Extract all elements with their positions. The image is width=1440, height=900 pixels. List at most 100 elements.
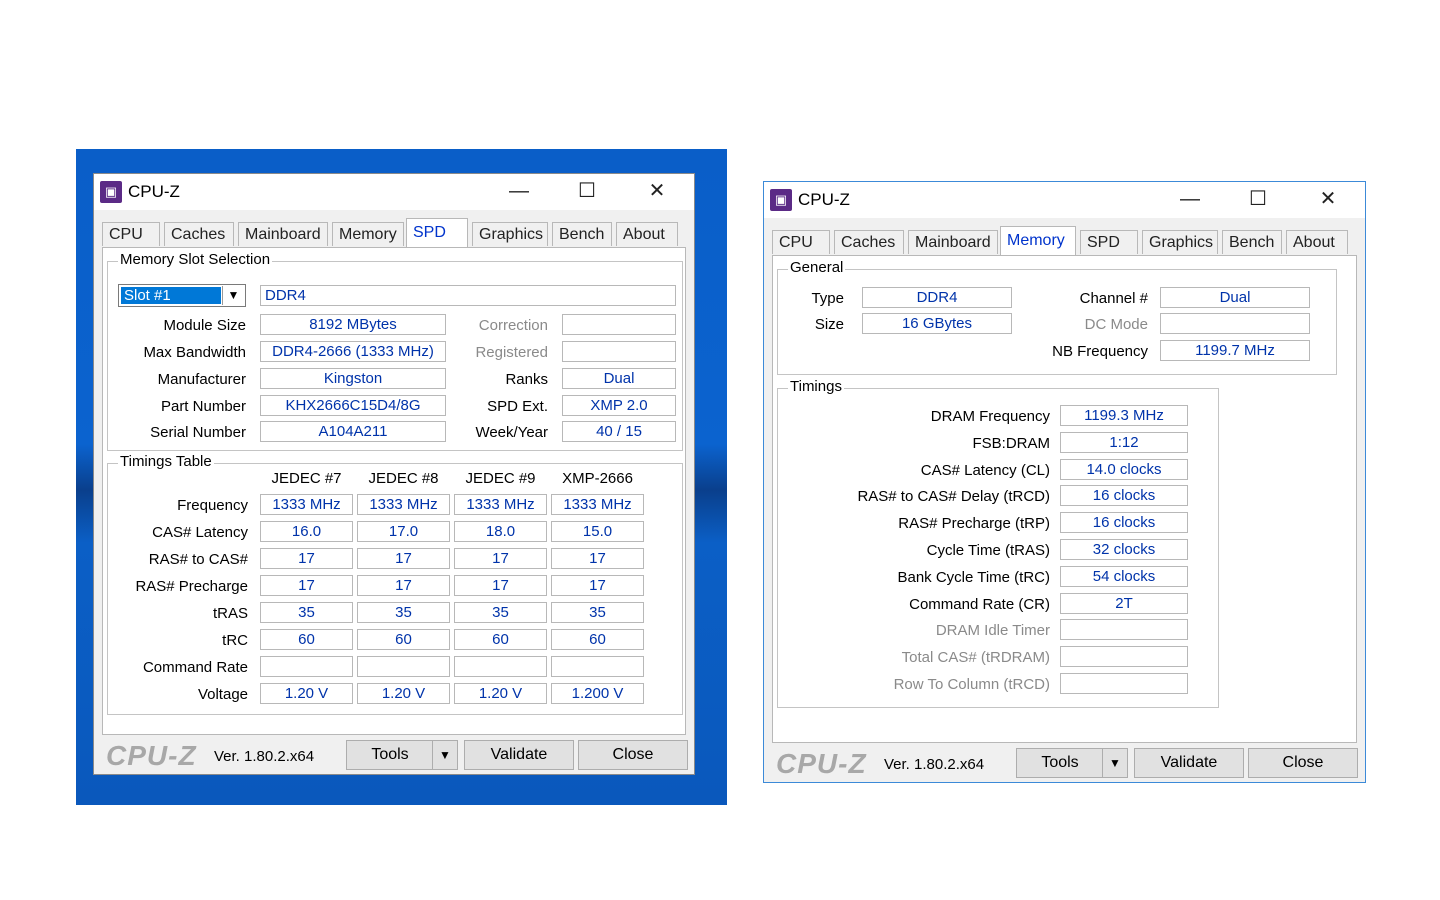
dc-mode-value: [1160, 313, 1310, 334]
module-size-label: Module Size: [163, 317, 246, 334]
size-value: 16 GBytes: [862, 313, 1012, 334]
timings-cell: 17: [551, 548, 644, 569]
timings-row-label: tRC: [222, 632, 248, 649]
timing-value: 1199.3 MHz: [1060, 405, 1188, 426]
timings-cell: 1333 MHz: [260, 494, 353, 515]
group-label: Timings: [788, 378, 844, 395]
timings-column-header: XMP-2666: [562, 470, 633, 487]
timings-cell: 17: [551, 575, 644, 596]
version-label: Ver. 1.80.2.x64: [884, 756, 985, 773]
timing-label: RAS# Precharge (tRP): [898, 515, 1050, 533]
timings-cell: 17.0: [357, 521, 450, 542]
tab-spd[interactable]: SPD: [1080, 230, 1138, 254]
timing-value: [1060, 619, 1188, 641]
module-size-value: 8192 MBytes: [260, 314, 446, 335]
timings-row-label: Command Rate: [142, 659, 248, 676]
general-group: General Type DDR4 Size 16 GBytes Channel…: [777, 259, 1337, 375]
validate-button[interactable]: Validate: [464, 740, 574, 770]
registered-label: Registered: [475, 344, 548, 361]
tab-bench[interactable]: Bench: [1222, 230, 1282, 254]
tab-mainboard[interactable]: Mainboard: [238, 222, 328, 246]
cpuz-window-spd: ▣ CPU-Z — ☐ ✕ CPU Caches Mainboard Memor…: [93, 173, 695, 775]
title-bar[interactable]: ▣ CPU-Z — ☐ ✕: [764, 182, 1365, 218]
timings-cell: 1333 MHz: [551, 494, 644, 515]
manufacturer-value: Kingston: [260, 368, 446, 389]
timings-cell: [357, 656, 450, 677]
tab-graphics[interactable]: Graphics: [472, 222, 548, 246]
tab-graphics[interactable]: Graphics: [1142, 230, 1218, 254]
ranks-label: Ranks: [505, 371, 548, 388]
timing-value: [1060, 673, 1188, 694]
validate-button[interactable]: Validate: [1134, 748, 1244, 778]
timings-group: Timings DRAM Frequency 1199.3 MHz FSB:DRAM…: [777, 378, 1219, 708]
memory-type-field: DDR4: [260, 285, 676, 306]
tab-memory[interactable]: Memory: [1000, 226, 1076, 256]
week-year-value: 40 / 15: [562, 421, 676, 442]
timings-cell: 60: [454, 629, 547, 650]
timings-row-label: CAS# Latency: [152, 524, 248, 541]
timings-cell: 1.20 V: [454, 683, 547, 704]
timings-cell: 1.20 V: [260, 683, 353, 704]
cpuz-logo: CPU-Z: [106, 740, 197, 771]
tab-about[interactable]: About: [616, 222, 678, 246]
tab-cpu[interactable]: CPU: [102, 222, 160, 246]
timing-label: FSB:DRAM: [972, 434, 1050, 452]
window-title: CPU-Z: [128, 182, 180, 201]
timings-cell: 17: [357, 575, 450, 596]
title-bar[interactable]: ▣ CPU-Z — ☐ ✕: [94, 174, 694, 210]
slot-select[interactable]: Slot #1 ▼: [118, 284, 246, 307]
chevron-down-icon[interactable]: ▼: [222, 286, 244, 305]
timings-cell: 15.0: [551, 521, 644, 542]
slot-select-value: Slot #1: [121, 287, 221, 304]
cpuz-app-icon: ▣: [770, 189, 792, 211]
timing-value: 16 clocks: [1060, 512, 1188, 534]
footer-bar: CPU-Z Ver. 1.80.2.x64 Tools ▼ Validate C…: [94, 736, 694, 774]
timing-value: 14.0 clocks: [1060, 458, 1188, 480]
memory-panel: General Type DDR4 Size 16 GBytes Channel…: [772, 255, 1357, 743]
tools-dropdown-arrow[interactable]: ▼: [432, 740, 458, 770]
close-button[interactable]: Close: [578, 740, 688, 770]
spd-panel: Memory Slot Selection Slot #1 ▼ DDR4 Mod…: [102, 247, 686, 735]
timings-row-label: Voltage: [197, 686, 248, 703]
tab-caches[interactable]: Caches: [834, 230, 904, 254]
timings-cell: 35: [454, 602, 547, 623]
dc-mode-label: DC Mode: [1084, 316, 1148, 333]
minimize-button[interactable]: —: [502, 178, 536, 204]
timings-cell: 17: [357, 548, 450, 569]
close-window-button[interactable]: ✕: [1311, 186, 1345, 212]
tab-mainboard[interactable]: Mainboard: [908, 230, 998, 254]
ranks-value: Dual: [562, 368, 676, 389]
tab-about[interactable]: About: [1286, 230, 1348, 254]
tab-spd[interactable]: SPD: [406, 218, 468, 248]
tab-bar: CPU Caches Mainboard Memory SPD Graphics…: [772, 226, 1357, 256]
tab-caches[interactable]: Caches: [164, 222, 234, 246]
timings-cell: 17: [454, 575, 547, 596]
maximize-button[interactable]: ☐: [570, 178, 604, 204]
timings-cell: 18.0: [454, 521, 547, 542]
timing-label: RAS# to CAS# Delay (tRCD): [857, 488, 1050, 506]
close-button[interactable]: Close: [1248, 748, 1358, 778]
tools-button[interactable]: Tools: [1016, 748, 1104, 778]
tools-button[interactable]: Tools: [346, 740, 434, 770]
maximize-button[interactable]: ☐: [1241, 186, 1275, 212]
cpuz-app-icon: ▣: [100, 181, 122, 203]
part-number-label: Part Number: [160, 398, 246, 415]
tab-memory[interactable]: Memory: [332, 222, 404, 246]
timings-cell: 35: [551, 602, 644, 623]
tools-dropdown-arrow[interactable]: ▼: [1102, 748, 1128, 778]
timings-cell: 16.0: [260, 521, 353, 542]
timing-label: Command Rate (CR): [909, 595, 1050, 613]
minimize-button[interactable]: —: [1173, 186, 1207, 212]
type-value: DDR4: [862, 287, 1012, 308]
timings-cell: 60: [260, 629, 353, 650]
registered-value: [562, 341, 676, 362]
channel-label: Channel #: [1079, 290, 1148, 307]
timing-label: DRAM Frequency: [930, 408, 1050, 425]
spd-ext-label: SPD Ext.: [487, 398, 548, 415]
tab-bench[interactable]: Bench: [552, 222, 612, 246]
tab-cpu[interactable]: CPU: [772, 230, 830, 254]
timings-column-header: JEDEC #7: [271, 470, 342, 487]
timings-cell: 1.20 V: [357, 683, 450, 704]
close-window-button[interactable]: ✕: [640, 178, 674, 204]
timing-label: Bank Cycle Time (tRC): [897, 568, 1050, 586]
